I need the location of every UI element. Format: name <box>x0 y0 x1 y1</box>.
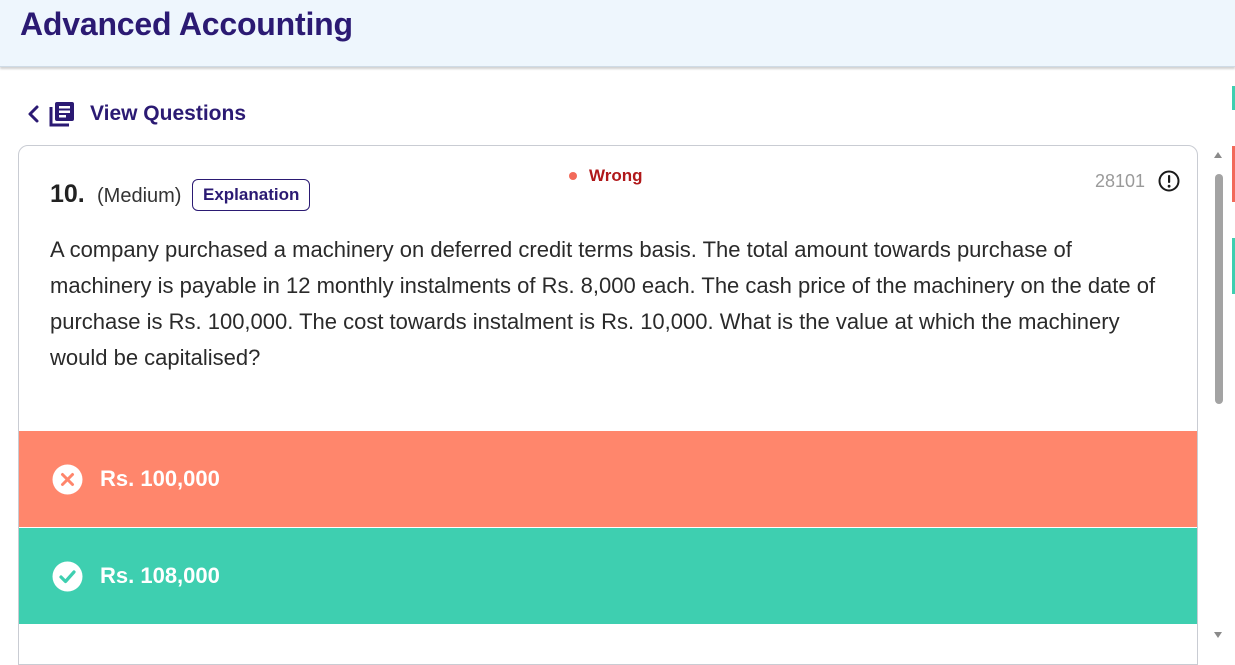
answer-status: Wrong <box>569 166 643 186</box>
question-list-icon[interactable] <box>48 100 76 128</box>
option-label: Rs. 100,000 <box>100 466 220 491</box>
x-circle-icon <box>52 464 83 495</box>
check-circle-icon <box>52 561 83 592</box>
option-label: Rs. 108,000 <box>100 563 220 588</box>
app-header: Advanced Accounting <box>0 0 1235 67</box>
option-wrong[interactable]: Rs. 100,000 <box>19 431 1197 527</box>
question-text: A company purchased a machinery on defer… <box>50 237 1156 370</box>
scroll-down-arrow-icon[interactable] <box>1214 632 1222 638</box>
explanation-button[interactable]: Explanation <box>192 179 311 211</box>
question-id: 28101 <box>1094 171 1145 191</box>
question-number: 10. <box>50 180 85 208</box>
report-issue-icon[interactable] <box>1157 169 1181 193</box>
view-questions-link[interactable]: View Questions <box>90 102 246 126</box>
chevron-left-icon[interactable] <box>24 99 44 129</box>
vertical-scrollbar[interactable] <box>1210 146 1228 646</box>
scroll-up-arrow-icon[interactable] <box>1214 152 1222 158</box>
scrollbar-thumb[interactable] <box>1215 174 1223 404</box>
option-correct[interactable]: Rs. 108,000 <box>19 528 1197 624</box>
status-dot-icon <box>569 172 577 180</box>
status-label: Wrong <box>589 166 643 185</box>
question-difficulty: (Medium) <box>97 185 182 207</box>
app-title: Advanced Accounting <box>20 6 353 42</box>
question-nav: View Questions <box>24 97 246 131</box>
question-card: 10. (Medium) Explanation Wrong 28101 A c… <box>18 145 1198 665</box>
